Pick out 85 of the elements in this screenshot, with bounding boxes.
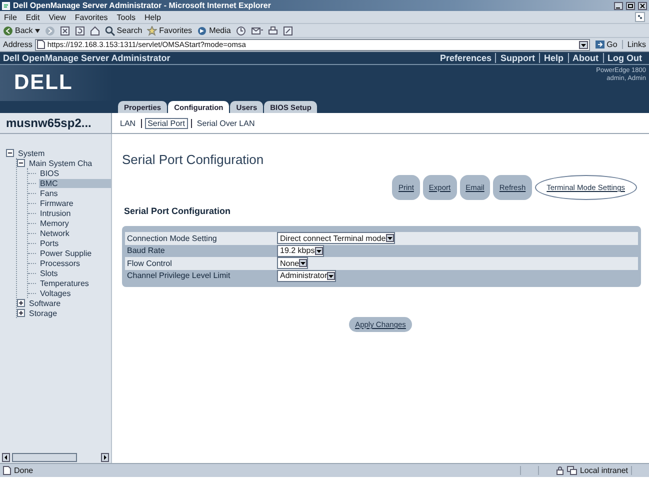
browser-icon — [2, 2, 10, 10]
caret-icon — [34, 28, 40, 32]
media-button[interactable]: Media — [197, 26, 231, 36]
close-icon[interactable] — [638, 2, 647, 10]
scroll-left-icon[interactable] — [2, 453, 10, 462]
page-icon — [3, 466, 11, 475]
back-icon — [3, 26, 13, 36]
zone-text: Local intranet — [580, 466, 628, 475]
menu-item[interactable]: Edit — [26, 12, 40, 22]
setting-dropdown[interactable]: Direct connect Terminal mode — [277, 232, 395, 244]
tree-item[interactable]: Software — [28, 298, 62, 308]
header-link[interactable]: Log Out — [602, 53, 646, 63]
header-link[interactable]: Help — [538, 53, 568, 63]
back-button[interactable]: Back — [3, 26, 40, 36]
history-icon[interactable] — [236, 26, 246, 36]
stop-icon[interactable] — [60, 26, 70, 36]
links-button[interactable]: Links — [622, 40, 646, 49]
minimize-icon[interactable] — [614, 2, 623, 10]
tree-item[interactable]: Processors — [39, 258, 82, 268]
tree-item[interactable]: Power Supplie — [39, 248, 93, 258]
dropdown-icon — [327, 272, 336, 280]
dropdown-icon — [314, 246, 323, 255]
app-title: Dell OpenManage Server Administrator — [3, 53, 172, 63]
dropdown-icon[interactable] — [578, 40, 588, 48]
tree-item[interactable]: Ports — [39, 238, 60, 248]
section-title: Serial Port Configuration — [124, 206, 232, 216]
favorites-button[interactable]: Favorites — [147, 26, 192, 36]
setting-dropdown[interactable]: None — [277, 257, 308, 270]
status-text: Done — [14, 466, 34, 475]
menu-item[interactable]: File — [4, 12, 17, 22]
subnav-link[interactable]: LAN — [118, 118, 138, 128]
address-label: Address — [3, 40, 32, 49]
header-link[interactable]: Support — [495, 53, 539, 63]
refresh-icon[interactable] — [74, 26, 85, 36]
search-icon — [104, 26, 115, 36]
favorites-icon — [147, 26, 158, 36]
go-button[interactable]: Go — [592, 40, 620, 49]
server-name: musnw65sp2... — [0, 113, 112, 133]
tree-item[interactable]: BMC — [39, 178, 111, 188]
media-icon — [197, 26, 208, 36]
page-title: Serial Port Configuration — [122, 152, 265, 167]
mail-icon[interactable] — [250, 26, 263, 36]
collapse-icon[interactable] — [17, 159, 25, 167]
setting-label: Channel Privilege Level Limit — [126, 271, 232, 280]
tree-item[interactable]: Voltages — [39, 288, 72, 298]
tree-item[interactable]: Intrusion — [39, 208, 72, 218]
header-link[interactable]: Preferences — [436, 53, 496, 63]
menu-item[interactable]: Help — [144, 12, 161, 22]
page-icon — [37, 40, 46, 49]
go-arrow-icon — [594, 40, 605, 49]
lock-icon — [556, 466, 564, 475]
setting-dropdown[interactable]: 19.2 kbps — [277, 244, 324, 257]
tree-item[interactable]: Firmware — [39, 198, 74, 208]
menu-item[interactable]: Favorites — [74, 12, 108, 22]
menu-item[interactable]: Tools — [116, 12, 136, 22]
tree-item[interactable]: Memory — [39, 218, 70, 228]
tree-item[interactable]: Main System Cha — [28, 158, 94, 168]
horizontal-scrollbar[interactable] — [0, 452, 111, 463]
scroll-right-icon[interactable] — [101, 453, 109, 462]
subnav-link[interactable]: Serial Over LAN — [194, 118, 257, 128]
expand-icon[interactable] — [17, 299, 25, 307]
setting-label: Baud Rate — [126, 246, 166, 256]
window-title: Dell OpenManage Server Administrator - Microsoft Internet Explorer — [13, 1, 272, 10]
tree-item[interactable]: System — [17, 148, 46, 158]
tree-item[interactable]: Storage — [28, 308, 58, 318]
tree-item[interactable]: BIOS — [39, 168, 60, 178]
header-link[interactable]: About — [568, 53, 602, 63]
dropdown-icon — [299, 259, 308, 268]
setting-label: Connection Mode Setting — [126, 234, 218, 243]
dropdown-icon — [386, 234, 394, 242]
network-icon — [566, 466, 577, 475]
setting-label: Flow Control — [126, 258, 173, 268]
tree-item[interactable]: Fans — [39, 188, 59, 198]
tree-item[interactable]: Slots — [39, 268, 59, 278]
edit-icon[interactable] — [282, 26, 293, 36]
tree-item[interactable]: Temperatures — [39, 278, 90, 288]
tree-item[interactable]: Network — [39, 228, 70, 238]
collapse-icon[interactable] — [6, 149, 14, 157]
menu-item[interactable]: View — [48, 12, 66, 22]
printer-icon[interactable] — [268, 26, 278, 36]
setting-dropdown[interactable]: Administrator — [277, 270, 336, 282]
restore-icon[interactable] — [626, 2, 635, 10]
search-button[interactable]: Search — [104, 26, 142, 36]
expand-icon[interactable] — [17, 309, 25, 317]
subnav-link[interactable]: Serial Port — [144, 118, 188, 128]
